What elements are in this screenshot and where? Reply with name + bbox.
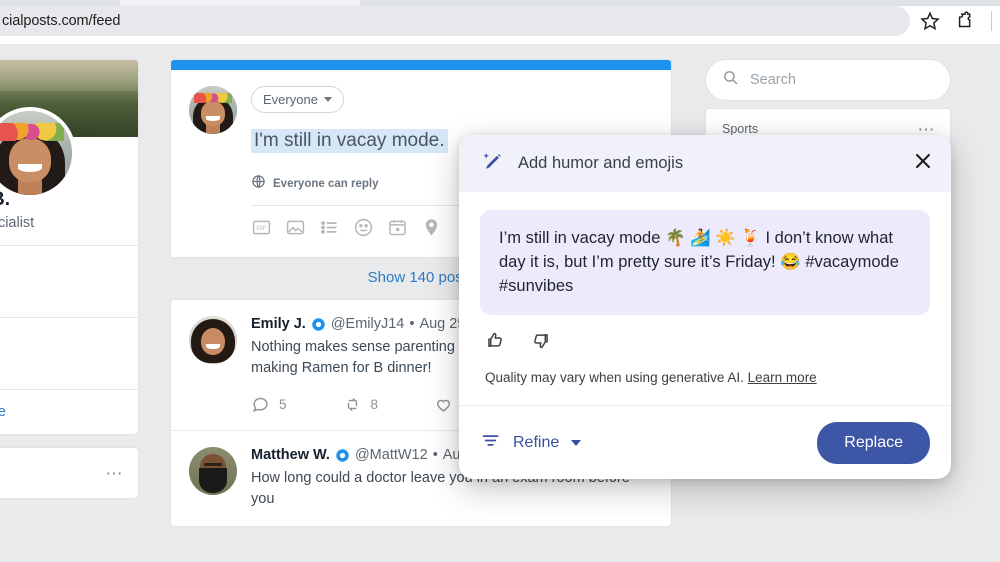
refine-button[interactable]: Refine bbox=[480, 430, 817, 456]
globe-icon bbox=[251, 174, 266, 194]
thumb-down-icon[interactable] bbox=[530, 330, 551, 356]
left-sidebar: oby B. on Specialist lowing 239 lowers 3… bbox=[0, 60, 138, 498]
trend-category: Sports bbox=[722, 122, 934, 136]
view-profile-link[interactable]: w profile bbox=[0, 404, 6, 420]
more-options-icon[interactable]: ⋯ bbox=[106, 465, 125, 482]
emoji-icon[interactable] bbox=[353, 217, 374, 243]
ai-dialog-header: Add humor and emojis bbox=[459, 135, 951, 192]
search-input[interactable]: Search bbox=[706, 60, 950, 100]
reply-count: 5 bbox=[279, 397, 287, 412]
stat-followers-value: 345 bbox=[0, 353, 124, 375]
audience-selector[interactable]: Everyone bbox=[251, 86, 344, 113]
tune-icon bbox=[480, 430, 501, 456]
audience-label: Everyone bbox=[263, 92, 318, 107]
schedule-icon[interactable] bbox=[387, 217, 408, 243]
learn-more-link[interactable]: Learn more bbox=[748, 370, 817, 385]
browser-actions bbox=[919, 6, 992, 36]
avatar[interactable] bbox=[189, 447, 237, 495]
address-bar[interactable]: cialposts.com/feed bbox=[0, 6, 910, 36]
poll-icon[interactable] bbox=[319, 217, 340, 243]
post-handle: @MattW12 bbox=[355, 447, 428, 463]
view-profile-row[interactable]: w profile bbox=[0, 389, 138, 434]
svg-text:GIF: GIF bbox=[256, 225, 266, 232]
ai-dialog-footer: Refine Replace bbox=[459, 405, 951, 479]
profile-role: on Specialist bbox=[0, 215, 124, 231]
search-placeholder: Search bbox=[750, 72, 796, 88]
post-author[interactable]: Emily J. bbox=[251, 316, 306, 332]
chevron-down-icon bbox=[324, 97, 332, 102]
repost-action[interactable]: 8 bbox=[343, 395, 379, 414]
ai-dialog-title: Add humor and emojis bbox=[518, 154, 912, 173]
post-separator: • bbox=[433, 447, 438, 463]
address-bar-url: cialposts.com/feed bbox=[2, 13, 120, 29]
stat-following-value: 239 bbox=[0, 281, 124, 303]
compose-accent-bar bbox=[171, 60, 671, 70]
page-content: oby B. on Specialist lowing 239 lowers 3… bbox=[0, 44, 1000, 562]
puzzle-piece-icon[interactable] bbox=[955, 10, 977, 32]
toolbar-divider bbox=[991, 11, 992, 31]
compose-avatar[interactable] bbox=[189, 86, 237, 134]
close-icon[interactable] bbox=[912, 150, 934, 177]
location-icon[interactable] bbox=[421, 217, 442, 243]
image-icon[interactable] bbox=[285, 217, 306, 243]
post-author[interactable]: Matthew W. bbox=[251, 447, 330, 463]
refine-label: Refine bbox=[513, 434, 559, 452]
ai-disclaimer: Quality may vary when using generative A… bbox=[480, 356, 930, 385]
ai-suggestion-dialog: Add humor and emojis I’m still in vacay … bbox=[459, 135, 951, 479]
reply-setting-label: Everyone can reply bbox=[273, 178, 378, 190]
verified-badge-icon bbox=[311, 317, 326, 332]
stat-following-label: lowing bbox=[0, 260, 124, 277]
stat-following[interactable]: lowing 239 bbox=[0, 245, 138, 317]
magic-wand-icon bbox=[481, 150, 504, 178]
chevron-down-icon bbox=[571, 440, 581, 446]
ai-feedback-row bbox=[480, 315, 930, 356]
screen-root: cialposts.com/feed bbox=[0, 0, 1000, 562]
stat-followers[interactable]: lowers 345 bbox=[0, 317, 138, 389]
compose-input[interactable]: I'm still in vacay mode. bbox=[251, 129, 448, 153]
replace-button[interactable]: Replace bbox=[817, 422, 930, 464]
ai-suggestion-text: I’m still in vacay mode 🌴 🏄 ☀️ 🍹 I don’t… bbox=[480, 210, 930, 315]
reply-action[interactable]: 5 bbox=[251, 395, 287, 414]
stat-followers-label: lowers bbox=[0, 332, 124, 349]
repost-count: 8 bbox=[371, 397, 379, 412]
post-separator: • bbox=[409, 316, 414, 332]
suggestions-card: ons ⋯ bbox=[0, 448, 138, 498]
thumb-up-icon[interactable] bbox=[485, 330, 506, 356]
browser-chrome: cialposts.com/feed bbox=[0, 0, 1000, 44]
ai-dialog-body: I’m still in vacay mode 🌴 🏄 ☀️ 🍹 I don’t… bbox=[459, 192, 951, 385]
avatar[interactable] bbox=[189, 316, 237, 364]
search-icon bbox=[722, 69, 739, 91]
profile-avatar[interactable] bbox=[0, 107, 76, 199]
verified-badge-icon bbox=[335, 448, 350, 463]
ai-disclaimer-text: Quality may vary when using generative A… bbox=[485, 370, 744, 385]
post-handle: @EmilyJ14 bbox=[331, 316, 405, 332]
star-icon[interactable] bbox=[919, 10, 941, 32]
gif-icon[interactable]: GIF bbox=[251, 217, 272, 243]
